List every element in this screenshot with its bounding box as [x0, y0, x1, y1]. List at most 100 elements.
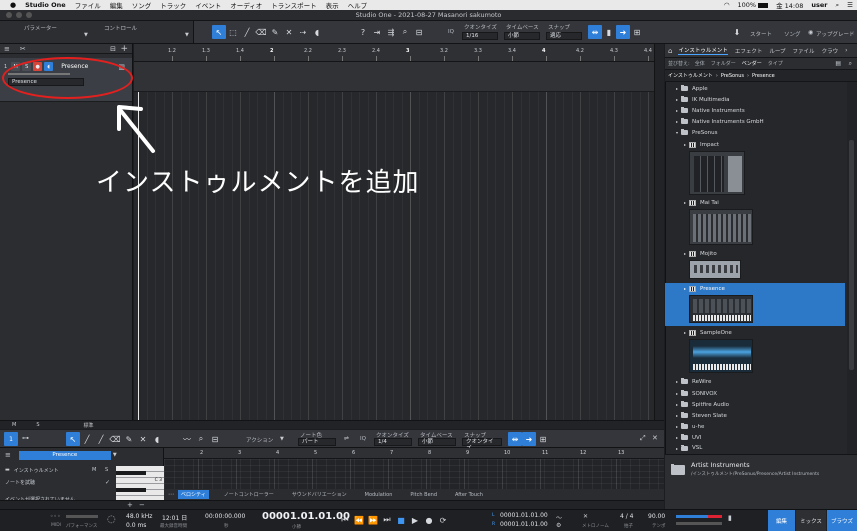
track-list-icon[interactable]: ≡ [4, 45, 10, 53]
help-icon[interactable]: ? [356, 25, 370, 39]
position-display[interactable]: 00001.01.01.00 [262, 511, 350, 522]
impact-thumbnail[interactable] [689, 151, 745, 195]
editor-solo-button[interactable]: S [105, 467, 108, 473]
arrange-vertical-scrollbar[interactable] [654, 44, 664, 420]
mix-page-button[interactable]: ミックス [796, 510, 826, 531]
output-volume-slider[interactable] [676, 522, 722, 525]
editor-snap-select[interactable]: クオンタイズ [462, 438, 502, 452]
search-icon[interactable]: ⌕ [836, 1, 840, 10]
browser-scrollbar-thumb[interactable] [849, 140, 854, 370]
menu-list-icon[interactable]: ☰ [847, 1, 853, 9]
metronome-icon[interactable]: ✕ [583, 513, 588, 520]
expand-chevron-icon[interactable]: ▸ [684, 286, 686, 291]
fast-forward-button[interactable]: ⏩ [366, 513, 380, 527]
add-track-icon[interactable]: + [120, 44, 128, 54]
sampleone-thumbnail[interactable] [689, 339, 753, 373]
editor-ruler[interactable]: 2 3 4 5 6 7 8 9 10 11 12 13 [164, 448, 664, 459]
editor-paint-tool[interactable]: ✎ [122, 432, 136, 446]
zoom-icon[interactable]: ⌕ [398, 25, 412, 39]
record-button[interactable]: ● [422, 513, 436, 527]
lane-remove-icon[interactable]: − [139, 501, 145, 509]
menu-audio[interactable]: オーディオ [230, 0, 262, 10]
expand-chevron-icon[interactable]: ▸ [676, 446, 678, 451]
tab-note-controller[interactable]: ノートコントローラー [221, 490, 277, 499]
editor-pencil-tool[interactable]: ╱ [80, 432, 94, 446]
menu-edit[interactable]: 編集 [110, 0, 123, 10]
list-item[interactable]: ▸ SONIVOX [665, 388, 845, 399]
list-item[interactable]: ▸ Steven Slate [665, 410, 845, 421]
editor-horizontal-scrollbar[interactable]: + − [0, 500, 664, 509]
play-button[interactable]: ▶ [408, 513, 422, 527]
expand-chevron-icon[interactable]: ▸ [684, 330, 686, 335]
parameters-label[interactable]: パラメーター [24, 24, 57, 32]
edit-page-button[interactable]: 編集 [768, 510, 795, 531]
menu-track[interactable]: トラック [160, 0, 186, 10]
tab-modulation[interactable]: Modulation [362, 491, 396, 499]
track-tools-icon[interactable]: ✂ [20, 45, 26, 53]
menu-event[interactable]: イベント [195, 0, 221, 10]
timeline-ruler[interactable]: 1.2 1.3 1.4 2 2.2 2.3 2.4 3 3.2 3.3 3.4 4 4.2 4.3 4.4 [134, 44, 654, 62]
list-item[interactable]: ▸ Native Instruments GmbH [665, 116, 845, 127]
list-item[interactable]: ▸ VSL [665, 443, 845, 453]
editor-more-icon[interactable]: ⊞ [536, 432, 550, 446]
menu-file[interactable]: ファイル [75, 0, 101, 10]
editor-snap-toggle[interactable]: ⇹ [508, 432, 522, 446]
presence-thumbnail[interactable] [689, 295, 753, 323]
breadcrumb-instruments[interactable]: インストゥルメント [668, 72, 713, 79]
editor-zoom-icon[interactable]: ⌕ [194, 432, 208, 446]
output-settings-icon[interactable]: ▮ [728, 514, 732, 522]
editor-grid-icon[interactable]: ⊟ [208, 432, 222, 446]
download-icon[interactable]: ⬇ [730, 25, 744, 39]
lane-add-icon[interactable]: + [127, 501, 133, 509]
editor-timebase-select[interactable]: 小節 [418, 438, 456, 446]
sort-folder[interactable]: フォルダー [711, 60, 736, 67]
list-item[interactable]: ▸ Impact [665, 139, 845, 150]
breadcrumb-presence[interactable]: Presence [752, 73, 775, 79]
rewind-button[interactable]: ⏪ [352, 513, 366, 527]
tab-instruments[interactable]: インストゥルメント [678, 46, 728, 55]
arrow-tool-button[interactable]: ↖ [212, 25, 226, 39]
mojito-thumbnail[interactable] [689, 260, 741, 279]
tab-sound-variation[interactable]: サウンドバリエーション [289, 490, 350, 499]
apple-icon[interactable]: ● [10, 1, 16, 9]
song-page-button[interactable]: ソング [784, 30, 801, 38]
tab-files[interactable]: ファイル [793, 47, 815, 55]
mute-tool-button[interactable]: ✕ [282, 25, 296, 39]
collapse-chevron-icon[interactable]: ▾ [676, 130, 678, 135]
performance-meter[interactable] [66, 515, 98, 518]
standard-label[interactable]: 標準 [84, 422, 94, 429]
snap-toggle-button[interactable]: ⇹ [588, 25, 602, 39]
editor-iq-label[interactable]: IQ [360, 436, 366, 442]
browser-home-icon[interactable]: ⌂ [668, 47, 672, 55]
clock-label[interactable]: 金 14:08 [776, 0, 803, 10]
editor-lane-dots-icon[interactable]: ⋯ [168, 491, 174, 498]
list-item[interactable]: ▸ u-he [665, 421, 845, 432]
upgrade-button[interactable]: アップグレード [816, 30, 855, 38]
listen-tool-button[interactable]: ◖ [310, 25, 324, 39]
menu-transport[interactable]: トランスポート [271, 0, 316, 10]
list-item[interactable]: ▸ Native Instruments [665, 105, 845, 116]
sort-all[interactable]: 全体 [695, 60, 705, 67]
automation-icon[interactable]: ⊟ [110, 45, 116, 53]
editor-channel-dropdown-icon[interactable]: ▼ [113, 452, 117, 458]
action-dropdown-icon[interactable]: ▼ [280, 436, 284, 442]
expand-chevron-icon[interactable]: ▸ [676, 435, 678, 440]
split-tool-button[interactable]: ╱ [240, 25, 254, 39]
editor-mute-button[interactable]: M [92, 467, 96, 473]
timing-button[interactable]: ⊞ [630, 25, 644, 39]
expand-chevron-icon[interactable]: ▸ [676, 402, 678, 407]
follow-arrow-button[interactable]: ➜ [616, 25, 630, 39]
bottom-mute-label[interactable]: M [12, 422, 16, 428]
editor-arrow-tool[interactable]: ↖ [66, 432, 80, 446]
arrange-horizontal-scrollbar[interactable]: M S 標準 [0, 420, 664, 429]
wifi-icon[interactable]: ◠ [724, 1, 730, 9]
zoom-window-button[interactable] [26, 12, 32, 18]
app-menu[interactable]: Studio One [25, 1, 66, 9]
tab-velocity[interactable]: ベロシティ [178, 490, 209, 499]
list-item[interactable]: ▸ Mojito [665, 248, 845, 259]
loop-button[interactable]: ⟳ [436, 513, 450, 527]
expand-chevron-icon[interactable]: ▸ [676, 97, 678, 102]
editor-follow-button[interactable]: ➜ [522, 432, 536, 446]
browser-search-icon[interactable]: ⌕ [849, 60, 852, 68]
audition-checkbox[interactable]: ✓ [105, 479, 110, 486]
